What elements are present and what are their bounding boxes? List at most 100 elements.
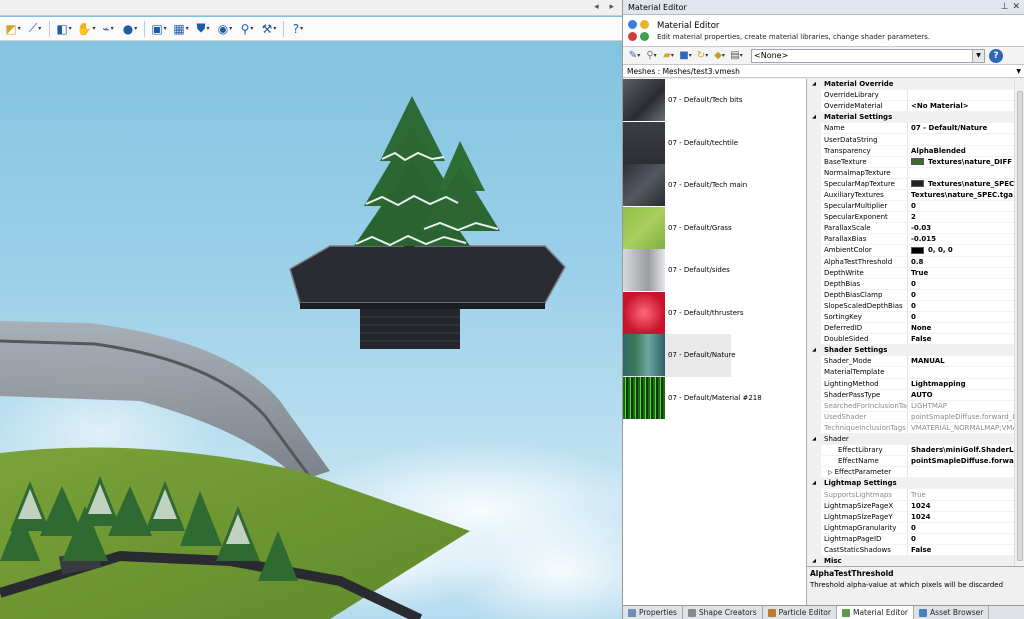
property-row[interactable]: LightmapSizePageY 1024	[807, 511, 1024, 523]
material-item[interactable]: 07 - Default/thrusters	[623, 291, 744, 335]
zoom-icon[interactable]: ⚲ ▾	[236, 19, 258, 39]
select-icon[interactable]: ◩ ▾	[2, 19, 24, 39]
hand-icon[interactable]: ✋ ▾	[75, 19, 97, 39]
property-value[interactable]: AlphaBlended	[911, 147, 966, 155]
property-value[interactable]: <No Material>	[911, 102, 969, 110]
property-row[interactable]: AmbientColor 0, 0, 0	[807, 245, 1024, 257]
collapse-icon[interactable]: ◢	[807, 112, 821, 123]
property-value[interactable]: Lightmapping	[911, 380, 966, 388]
property-value[interactable]: True	[911, 269, 928, 277]
open-folder-icon[interactable]: ▰ ▾	[660, 48, 677, 64]
property-value[interactable]: Shaders\miniGolf.ShaderLib	[911, 446, 1021, 454]
property-row[interactable]: UserDataString	[807, 134, 1024, 146]
property-category[interactable]: ◢ Material Override	[807, 79, 1024, 91]
property-row[interactable]: CastStaticShadows False	[807, 544, 1024, 557]
property-value[interactable]: 0	[911, 535, 916, 543]
property-value[interactable]: 0, 0, 0	[928, 246, 953, 254]
help-icon[interactable]: ? ▾	[287, 19, 309, 39]
property-value[interactable]: Textures\nature_DIFF	[928, 158, 1012, 166]
material-item[interactable]: 07 - Default/Grass	[623, 206, 732, 250]
scene-render[interactable]	[0, 41, 622, 619]
property-value[interactable]: 0	[911, 280, 916, 288]
property-value[interactable]: 0	[911, 313, 916, 321]
property-row[interactable]: EffectLibrary Shaders\miniGolf.ShaderLib	[807, 445, 1024, 457]
camera-icon[interactable]: ▣ ▾	[148, 19, 170, 39]
property-value[interactable]: pointSmapleDiffuse.forward	[911, 457, 1022, 465]
property-value[interactable]: MANUAL	[911, 357, 945, 365]
property-row[interactable]: ▷ EffectParameter	[807, 467, 1024, 479]
help-icon[interactable]: ?	[989, 48, 1003, 63]
property-category[interactable]: ◢ Lightmap Settings	[807, 478, 1024, 490]
move-icon[interactable]: ◧ ▾	[53, 19, 75, 39]
property-row[interactable]: TechniqueInclusionTags VMATERIAL_NORMALMA…	[807, 422, 1024, 434]
property-row[interactable]: LightmapGranularity 0	[807, 522, 1024, 534]
material-item[interactable]: 07 - Default/Tech main	[623, 164, 747, 207]
property-row[interactable]: LightmapSizePageX 1024	[807, 500, 1024, 512]
property-value[interactable]: LIGHTMAP	[911, 402, 947, 410]
property-row[interactable]: EffectName pointSmapleDiffuse.forward	[807, 456, 1024, 468]
property-row[interactable]: UsedShader pointSmapleDiffuse.forward_Lig	[807, 411, 1024, 423]
view-mode-icon[interactable]: ▤ ▾	[728, 48, 745, 64]
property-row[interactable]: ParallaxScale -0.03	[807, 223, 1024, 235]
property-row[interactable]: SearchedForInclusionTag LIGHTMAP	[807, 400, 1024, 412]
sphere-icon[interactable]: ● ▾	[119, 19, 141, 39]
save-icon[interactable]: ■ ▾	[677, 48, 694, 64]
expand-icon[interactable]: ▷	[828, 469, 833, 476]
magnet-icon[interactable]: ⌁ ▾	[97, 19, 119, 39]
property-row[interactable]: Transparency AlphaBlended	[807, 145, 1024, 157]
display-icon[interactable]: ◉ ▾	[214, 19, 236, 39]
property-value[interactable]: 0	[911, 524, 916, 532]
property-row[interactable]: DepthBiasClamp 0	[807, 289, 1024, 301]
property-row[interactable]: ShaderPassType AUTO	[807, 389, 1024, 401]
property-category[interactable]: ◢ Shader	[807, 434, 1024, 446]
library-select[interactable]: <None> ▼	[751, 48, 985, 63]
property-row[interactable]: NormalmapTexture	[807, 167, 1024, 179]
nav-arrows[interactable]: ◂ ▸	[594, 2, 618, 12]
tab-asset-browser[interactable]: Asset Browser	[914, 606, 990, 619]
property-value[interactable]: True	[911, 491, 926, 499]
property-row[interactable]: LightmapPageID 0	[807, 533, 1024, 545]
property-row[interactable]: DoubleSided False	[807, 334, 1024, 346]
property-row[interactable]: MaterialTemplate	[807, 367, 1024, 379]
property-row[interactable]: SortingKey 0	[807, 311, 1024, 324]
property-row[interactable]: BaseTexture Textures\nature_DIFF	[807, 156, 1024, 168]
tab-particle-editor[interactable]: Particle Editor	[763, 606, 837, 619]
mesh-path-bar[interactable]: Meshes : Meshes/test3.vmesh ▼	[623, 65, 1024, 78]
reload-icon[interactable]: ↻ ▾	[694, 48, 711, 64]
material-item[interactable]: 07 - Default/Tech bits	[623, 79, 743, 122]
property-value[interactable]: AUTO	[911, 391, 933, 399]
property-row[interactable]: DepthWrite True	[807, 267, 1024, 279]
material-item[interactable]: 07 - Default/Material #218	[623, 376, 762, 420]
property-row[interactable]: SlopeScaledDepthBias 0	[807, 300, 1024, 312]
chevron-down-icon[interactable]: ▼	[972, 49, 984, 62]
property-value[interactable]: Textures\nature_SPEC	[928, 180, 1014, 188]
scrollbar-thumb[interactable]	[1017, 91, 1023, 561]
close-icon[interactable]: ✕	[1012, 2, 1020, 12]
property-row[interactable]: SpecularExponent 2	[807, 212, 1024, 224]
property-value[interactable]: 2	[911, 213, 916, 221]
link-icon[interactable]: ⚲ ▾	[643, 48, 660, 64]
chevron-down-icon[interactable]: ▼	[1016, 68, 1021, 75]
property-row[interactable]: AlphaTestThreshold 0.8	[807, 256, 1024, 268]
tab-shape-creators[interactable]: Shape Creators	[683, 606, 763, 619]
property-row[interactable]: LightingMethod Lightmapping	[807, 378, 1024, 390]
property-value[interactable]: -0.015	[911, 235, 936, 243]
wrench-icon[interactable]: ⚒ ▾	[258, 19, 280, 39]
property-row[interactable]: DeferredID None	[807, 323, 1024, 335]
collapse-icon[interactable]: ◢	[807, 79, 821, 90]
collapse-icon[interactable]: ◢	[807, 478, 821, 489]
property-row[interactable]: Name 07 - Default/Nature	[807, 123, 1024, 135]
property-value[interactable]: 0	[911, 302, 916, 310]
property-row[interactable]: OverrideMaterial <No Material>	[807, 101, 1024, 113]
3d-viewport[interactable]: ◂ ▸ ◩ ▾ ⟋ ▾ ◧ ▾ ✋ ▾ ⌁ ▾ ● ▾ ▣ ▾ ▦ ▾ ⛊ ▾ ◉ ▾ ⚲ ▾ ⚒ ▾ ? ▾	[0, 0, 622, 619]
tab-material-editor[interactable]: Material Editor	[836, 606, 915, 619]
shader-icon[interactable]: ▦ ▾	[170, 19, 192, 39]
collapse-icon[interactable]: ◢	[807, 556, 821, 567]
property-value[interactable]: 0	[911, 202, 916, 210]
property-row[interactable]: AuxiliaryTextures Textures\nature_SPEC.tg…	[807, 189, 1024, 202]
property-row[interactable]: Shader_Mode MANUAL	[807, 356, 1024, 368]
property-row[interactable]: OverrideLibrary	[807, 90, 1024, 102]
pin-icon[interactable]: ⊥	[1001, 2, 1009, 12]
property-value[interactable]: 0.8	[911, 258, 923, 266]
property-category[interactable]: ◢ Material Settings	[807, 112, 1024, 124]
